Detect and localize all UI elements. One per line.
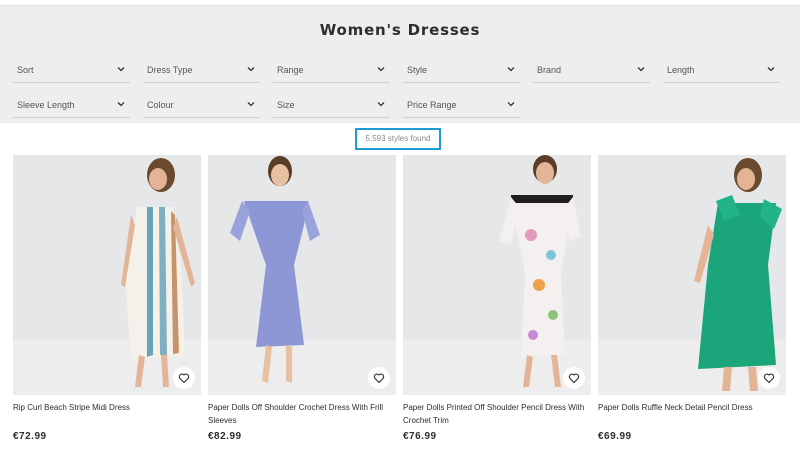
heart-icon xyxy=(178,373,190,384)
filter-sort[interactable]: Sort xyxy=(13,58,130,83)
filter-label: Colour xyxy=(147,100,174,110)
page-header: Women's Dresses xyxy=(0,5,800,54)
filter-bar: Sort Dress Type Range Style Brand Length… xyxy=(0,53,800,123)
product-price: €69.99 xyxy=(598,431,632,442)
filter-label: Price Range xyxy=(407,100,457,110)
filter-price-range[interactable]: Price Range xyxy=(403,93,520,118)
product-image[interactable] xyxy=(598,155,786,395)
heart-icon xyxy=(763,373,775,384)
results-count: 5,593 styles found xyxy=(355,128,441,150)
heart-icon xyxy=(568,373,580,384)
filter-colour[interactable]: Colour xyxy=(143,93,260,118)
product-image[interactable] xyxy=(13,155,201,395)
chevron-down-icon xyxy=(117,67,125,72)
heart-icon xyxy=(373,373,385,384)
model-photo xyxy=(598,155,786,395)
chevron-down-icon xyxy=(377,67,385,72)
filter-label: Length xyxy=(667,65,695,75)
model-photo xyxy=(13,155,201,395)
filter-label: Range xyxy=(277,65,304,75)
filter-dress-type[interactable]: Dress Type xyxy=(143,58,260,83)
model-photo xyxy=(208,155,396,395)
product-price: €72.99 xyxy=(13,431,47,442)
product-name[interactable]: Paper Dolls Off Shoulder Crochet Dress W… xyxy=(208,401,396,427)
chevron-down-icon xyxy=(117,102,125,107)
chevron-down-icon xyxy=(767,67,775,72)
chevron-down-icon xyxy=(247,67,255,72)
chevron-down-icon xyxy=(637,67,645,72)
filter-range[interactable]: Range xyxy=(273,58,390,83)
save-to-wishlist-button[interactable] xyxy=(173,367,195,389)
chevron-down-icon xyxy=(507,102,515,107)
model-photo xyxy=(403,155,591,395)
save-to-wishlist-button[interactable] xyxy=(563,367,585,389)
product-price: €82.99 xyxy=(208,431,242,442)
filter-length[interactable]: Length xyxy=(663,58,780,83)
filter-size[interactable]: Size xyxy=(273,93,390,118)
product-name[interactable]: Paper Dolls Ruffle Neck Detail Pencil Dr… xyxy=(598,401,786,414)
filter-label: Dress Type xyxy=(147,65,193,75)
product-image[interactable] xyxy=(403,155,591,395)
save-to-wishlist-button[interactable] xyxy=(368,367,390,389)
filter-label: Brand xyxy=(537,65,562,75)
save-to-wishlist-button[interactable] xyxy=(758,367,780,389)
chevron-down-icon xyxy=(377,102,385,107)
page-title: Women's Dresses xyxy=(319,21,481,39)
filter-style[interactable]: Style xyxy=(403,58,520,83)
chevron-down-icon xyxy=(247,102,255,107)
filter-label: Style xyxy=(407,65,428,75)
filter-label: Sort xyxy=(17,65,34,75)
filter-brand[interactable]: Brand xyxy=(533,58,650,83)
product-price: €76.99 xyxy=(403,431,437,442)
product-image[interactable] xyxy=(208,155,396,395)
filter-label: Size xyxy=(277,100,295,110)
filter-label: Sleeve Length xyxy=(17,100,75,110)
product-name[interactable]: Paper Dolls Printed Off Shoulder Pencil … xyxy=(403,401,591,427)
filter-sleeve-length[interactable]: Sleeve Length xyxy=(13,93,130,118)
product-name[interactable]: Rip Curl Beach Stripe Midi Dress xyxy=(13,401,201,414)
chevron-down-icon xyxy=(507,67,515,72)
